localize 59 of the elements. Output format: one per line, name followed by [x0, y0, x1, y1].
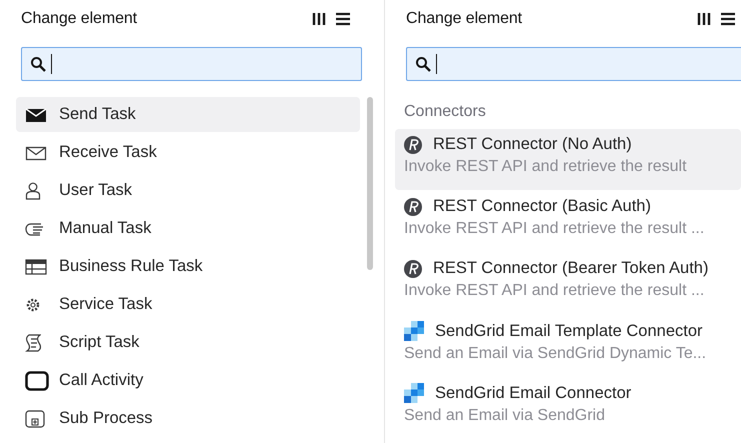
- letter-r-badge-icon: [404, 198, 422, 216]
- option-label: Call Activity: [59, 371, 144, 390]
- option-label: Business Rule Task: [59, 257, 203, 276]
- connector-item[interactable]: REST Connector (No Auth) Invoke REST API and retrieve the result: [395, 129, 741, 190]
- element-option[interactable]: Send Task: [16, 97, 360, 132]
- search-field[interactable]: [406, 47, 741, 81]
- option-label: Sub Process: [59, 409, 153, 428]
- hand-icon: [25, 222, 45, 236]
- element-option[interactable]: Service Task: [16, 287, 360, 322]
- scrollbar[interactable]: [367, 97, 373, 270]
- user-icon: [25, 182, 41, 200]
- columns-icon[interactable]: [697, 12, 711, 26]
- connector-description: Send an Email via SendGrid Dynamic Te...: [404, 345, 708, 363]
- panel-title: Change element: [406, 10, 522, 28]
- letter-r-badge-icon: [404, 260, 422, 278]
- connector-description: Invoke REST API and retrieve the result ...: [404, 220, 706, 238]
- envelope-icon: [25, 106, 47, 122]
- element-option[interactable]: Business Rule Task: [16, 249, 360, 284]
- squares-logo-icon: [404, 321, 424, 341]
- element-option[interactable]: Manual Task: [16, 211, 360, 246]
- section-heading: Connectors: [404, 103, 487, 121]
- gear-icon: [25, 296, 41, 312]
- connector-name: REST Connector (Bearer Token Auth): [433, 259, 708, 278]
- connector-item[interactable]: REST Connector (Bearer Token Auth) Invoke REST API and retrieve the result ...: [395, 253, 741, 314]
- connector-item[interactable]: REST Connector (Basic Auth) Invoke REST API and retrieve the result ...: [395, 191, 741, 252]
- table-icon: [25, 258, 47, 274]
- panel-title: Change element: [21, 10, 138, 28]
- connector-name: SendGrid Email Template Connector: [435, 322, 702, 340]
- option-label: Script Task: [59, 333, 140, 352]
- element-option[interactable]: Call Activity: [16, 363, 360, 398]
- element-option[interactable]: User Task: [16, 173, 360, 208]
- option-label: Receive Task: [59, 143, 157, 162]
- element-option[interactable]: Script Task: [16, 325, 360, 360]
- squares-logo-icon: [404, 383, 424, 403]
- option-label: Send Task: [59, 105, 136, 124]
- search-icon: [30, 56, 46, 72]
- menu-icon[interactable]: [720, 12, 736, 26]
- option-label: Manual Task: [59, 219, 152, 238]
- connector-name: REST Connector (Basic Auth): [433, 197, 651, 216]
- search-icon: [415, 56, 431, 72]
- envelope-icon: [25, 144, 47, 160]
- element-option[interactable]: Receive Task: [16, 135, 360, 170]
- connector-name: REST Connector (No Auth): [433, 135, 632, 154]
- connector-description: Invoke REST API and retrieve the result: [404, 158, 688, 176]
- connector-description: Invoke REST API and retrieve the result ...: [404, 282, 706, 300]
- subprocess-icon: [25, 410, 45, 428]
- letter-r-badge-icon: [404, 136, 422, 154]
- rounded-square-icon: [25, 370, 49, 390]
- element-option[interactable]: Sub Process: [16, 401, 360, 436]
- option-label: Service Task: [59, 295, 152, 314]
- scroll-icon: [25, 334, 41, 352]
- connector-item[interactable]: SendGrid Email Connector Send an Email via SendGrid: [395, 377, 741, 438]
- connector-name: SendGrid Email Connector: [435, 384, 632, 402]
- connector-item[interactable]: SendGrid Email Template Connector Send an Email via SendGrid Dynamic Te...: [395, 315, 741, 376]
- search-field[interactable]: [21, 47, 362, 81]
- connector-description: Send an Email via SendGrid: [404, 407, 606, 425]
- columns-icon[interactable]: [312, 12, 326, 26]
- menu-icon[interactable]: [335, 12, 351, 26]
- option-label: User Task: [59, 181, 132, 200]
